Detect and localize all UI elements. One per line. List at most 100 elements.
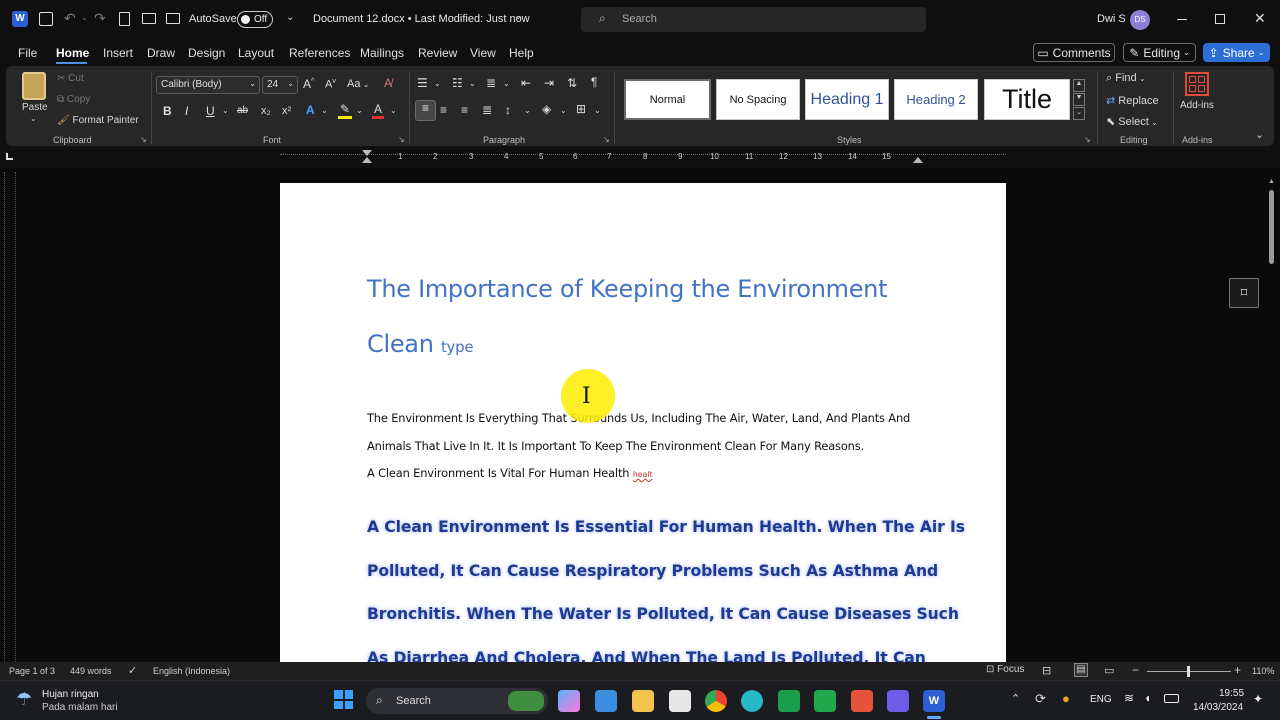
sort-icon[interactable]: ⇅: [567, 76, 577, 90]
tab-draw[interactable]: Draw: [147, 46, 175, 60]
tab-home[interactable]: Home: [56, 46, 89, 60]
style-no-spacing[interactable]: No Spacing: [716, 79, 800, 120]
customize-toolbar-icon[interactable]: ⌄: [286, 12, 294, 23]
document-title-line-1[interactable]: The Importance of Keeping the Environmen…: [367, 275, 888, 303]
text-effects-chevron-icon[interactable]: ⌄: [321, 106, 328, 115]
tab-layout[interactable]: Layout: [238, 46, 274, 60]
language-indicator[interactable]: English (Indonesia): [153, 666, 230, 676]
word-count[interactable]: 449 words: [70, 666, 112, 676]
notes-app-icon[interactable]: [595, 690, 617, 712]
search-box[interactable]: ⌕ Search: [581, 7, 926, 32]
taskbar-search[interactable]: ⌕ Search: [366, 688, 548, 714]
highlight-color-icon[interactable]: ✎: [338, 102, 352, 119]
underline-button[interactable]: U: [206, 104, 215, 118]
read-mode-icon[interactable]: ⊟: [1042, 664, 1051, 677]
addins-icon[interactable]: [1185, 72, 1209, 96]
clipboard-launcher-icon[interactable]: ↘: [140, 135, 147, 144]
user-name[interactable]: Dwi S: [1097, 13, 1126, 25]
tab-design[interactable]: Design: [188, 46, 225, 60]
zoom-slider[interactable]: [1147, 666, 1231, 677]
sync-icon[interactable]: ⟳: [1035, 691, 1046, 707]
wifi-icon[interactable]: ≋: [1124, 691, 1134, 705]
undo-dropdown-icon[interactable]: ⌄: [81, 13, 88, 22]
paste-icon[interactable]: [22, 72, 46, 100]
font-launcher-icon[interactable]: ↘: [398, 135, 405, 144]
open-folder-icon[interactable]: [142, 13, 156, 24]
vertical-scrollbar[interactable]: ▲: [1268, 178, 1275, 658]
stream-icon[interactable]: [887, 690, 909, 712]
vertical-ruler[interactable]: [4, 172, 16, 662]
word-logo-icon[interactable]: W: [12, 11, 28, 27]
focus-button[interactable]: ⊡ Focus: [986, 664, 1024, 675]
paragraph-line[interactable]: A Clean Environment Is Vital For Human H…: [367, 466, 652, 480]
tab-insert[interactable]: Insert: [103, 46, 133, 60]
bold-button[interactable]: B: [163, 104, 172, 118]
line-spacing-icon[interactable]: ↕: [505, 103, 511, 117]
style-normal[interactable]: Normal: [624, 79, 711, 120]
style-heading-1[interactable]: Heading 1: [805, 79, 889, 120]
battery-icon[interactable]: [1164, 694, 1179, 703]
tab-selector-icon[interactable]: [6, 153, 13, 160]
decrease-indent-icon[interactable]: ⇤: [521, 76, 531, 90]
document-title-line-2[interactable]: Clean type: [367, 330, 474, 358]
copy-button[interactable]: ⧉ Copy: [57, 94, 90, 105]
shrink-font-icon[interactable]: Av: [325, 78, 336, 91]
left-indent-marker[interactable]: [362, 150, 372, 156]
format-painter-button[interactable]: 🖌 Format Painter: [57, 115, 139, 126]
comments-button[interactable]: ▭ Comments: [1033, 43, 1115, 62]
camtasia-icon[interactable]: [814, 690, 836, 712]
multilevel-chevron-icon[interactable]: ⌄: [503, 79, 510, 88]
word-taskbar-icon[interactable]: W: [923, 690, 945, 712]
paragraph-line[interactable]: Animals That Live In It. It Is Important…: [367, 439, 864, 453]
styles-launcher-icon[interactable]: ↘: [1084, 135, 1091, 144]
style-title[interactable]: Title: [984, 79, 1070, 120]
chrome-icon[interactable]: [705, 690, 727, 712]
copilot-icon[interactable]: [558, 690, 580, 712]
paste-label[interactable]: Paste: [22, 102, 48, 113]
clock-date[interactable]: 14/03/2024: [1193, 702, 1243, 713]
font-family-select[interactable]: Calibri (Body) ⌄: [156, 76, 260, 94]
email-icon[interactable]: [166, 13, 180, 24]
change-case-button[interactable]: Aa ⌄: [347, 78, 369, 90]
zoom-out-icon[interactable]: −: [1132, 663, 1139, 677]
scrollbar-thumb[interactable]: [1269, 190, 1274, 264]
undo-icon[interactable]: ↶: [64, 10, 76, 27]
tab-mailings[interactable]: Mailings: [360, 46, 404, 60]
style-heading-2[interactable]: Heading 2: [894, 79, 978, 120]
share-button[interactable]: ⇪ Share ⌄: [1203, 43, 1270, 62]
right-indent-marker[interactable]: [913, 157, 923, 163]
print-layout-icon[interactable]: ▤: [1074, 663, 1088, 677]
strikethrough-button[interactable]: ab: [237, 105, 248, 116]
bullets-chevron-icon[interactable]: ⌄: [434, 79, 441, 88]
app-icon[interactable]: [778, 690, 800, 712]
justify-icon[interactable]: ≣: [482, 103, 492, 117]
redo-icon[interactable]: ↷: [94, 10, 106, 27]
highlighted-paragraph-line[interactable]: Polluted, It Can Cause Respiratory Probl…: [367, 562, 938, 580]
editing-mode-button[interactable]: ✎ Editing ⌄: [1123, 43, 1196, 62]
addins-label[interactable]: Add-ins: [1180, 100, 1214, 111]
clear-formatting-icon[interactable]: A̸: [384, 76, 392, 90]
font-color-chevron-icon[interactable]: ⌄: [390, 106, 397, 115]
text-effects-icon[interactable]: A: [306, 103, 315, 117]
horizontal-ruler[interactable]: 1 2 3 4 5 6 7 8 9 10 11 12 13 14 15: [0, 148, 1280, 168]
bullets-icon[interactable]: ☰: [417, 76, 428, 90]
scroll-up-icon[interactable]: ▲: [1268, 178, 1275, 185]
zoom-level[interactable]: 110%: [1252, 666, 1274, 676]
proofing-icon[interactable]: ✓: [128, 664, 137, 677]
avatar[interactable]: DS: [1130, 10, 1150, 30]
highlight-chevron-icon[interactable]: ⌄: [356, 106, 363, 115]
show-formatting-icon[interactable]: ¶: [591, 75, 597, 89]
highlighted-paragraph-line[interactable]: A Clean Environment Is Essential For Hum…: [367, 518, 965, 536]
paste-dropdown-icon[interactable]: ⌄: [30, 114, 37, 123]
styles-scroll-down-icon[interactable]: ▼: [1073, 93, 1085, 106]
align-left-button[interactable]: ≡: [415, 100, 436, 121]
cut-button[interactable]: ✂ Cut: [57, 73, 84, 84]
styles-more-icon[interactable]: ⌄: [1073, 107, 1085, 120]
bookmark-panel-button[interactable]: ⌑: [1229, 278, 1259, 308]
borders-chevron-icon[interactable]: ⌄: [594, 106, 601, 115]
shading-icon[interactable]: ◈: [542, 102, 551, 116]
align-center-icon[interactable]: ≡: [440, 103, 447, 117]
ribbon-collapse-icon[interactable]: ⌄: [1255, 128, 1264, 141]
weather-title[interactable]: Hujan ringan: [42, 689, 99, 700]
tab-review[interactable]: Review: [418, 46, 457, 60]
